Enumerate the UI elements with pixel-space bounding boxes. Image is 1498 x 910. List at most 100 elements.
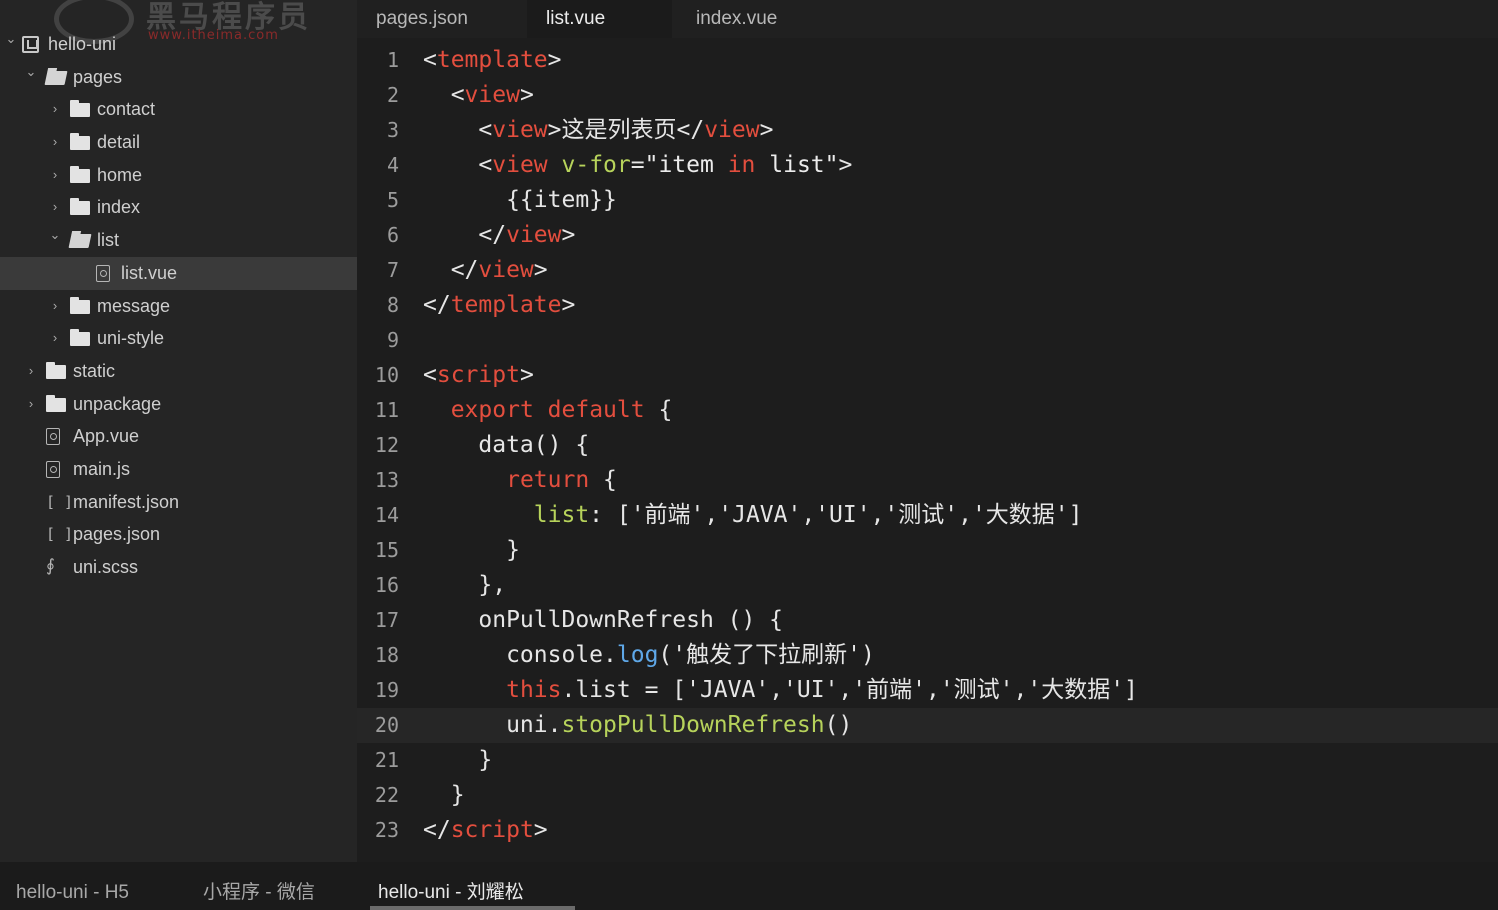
code-line[interactable]: 22 } — [357, 778, 1498, 813]
chevron-right-icon[interactable]: › — [48, 290, 62, 323]
code-line[interactable]: 2 <view> — [357, 78, 1498, 113]
code-token-punc — [423, 397, 451, 423]
code-editor[interactable]: 1 <template> 2 <view> 3 <view>这是列表页</view> 4… — [357, 38, 1498, 862]
tree-item-hello-uni[interactable]: ⌄ hello-uni — [0, 28, 357, 61]
code-text: } — [423, 743, 492, 778]
file-icon — [46, 460, 60, 478]
folder-icon — [46, 394, 66, 412]
tree-item-label: uni-style — [97, 328, 165, 349]
style-file-icon: ∮ — [46, 556, 55, 575]
tree-item-label: list.vue — [121, 262, 178, 283]
tree-item-message[interactable]: › message — [0, 290, 357, 323]
code-line[interactable]: 15 } — [357, 533, 1498, 568]
tree-item-list-vue[interactable]: list.vue — [0, 256, 357, 290]
line-number: 5 — [386, 188, 399, 212]
tree-item-static[interactable]: › static — [0, 355, 357, 388]
code-token-kw: default — [547, 397, 645, 423]
code-text: } — [423, 778, 465, 813]
chevron-right-icon[interactable]: › — [24, 388, 38, 421]
tree-item-label: pages — [73, 66, 123, 87]
tree-item-uni-scss[interactable]: ∮ uni.scss — [0, 551, 357, 584]
code-line[interactable]: 8 </template> — [357, 288, 1498, 323]
code-token-punc: < — [423, 362, 437, 388]
tree-item-contact[interactable]: › contact — [0, 93, 357, 126]
console-tab[interactable]: hello-uni - H5 — [16, 862, 176, 910]
code-line[interactable]: 23 </script> — [357, 813, 1498, 848]
chevron-right-icon[interactable]: › — [48, 126, 62, 159]
chevron-down-icon[interactable]: ⌄ — [4, 23, 18, 56]
code-text: </view> — [423, 218, 575, 253]
code-line[interactable]: 9 — [357, 323, 1498, 358]
tree-item-unpackage[interactable]: › unpackage — [0, 388, 357, 421]
tree-item-detail[interactable]: › detail — [0, 126, 357, 159]
tree-item-home[interactable]: › home — [0, 159, 357, 192]
code-line[interactable]: 13 return { — [357, 463, 1498, 498]
file-icon — [46, 428, 60, 446]
code-line[interactable]: 1 <template> — [357, 43, 1498, 78]
chevron-down-icon[interactable]: ⌄ — [48, 219, 62, 252]
code-text: data() { — [423, 428, 589, 463]
line-number: 3 — [386, 118, 399, 142]
code-token-tag: view — [704, 117, 760, 143]
code-token-punc: >这是列表页</ — [547, 117, 705, 143]
line-number: 23 — [374, 818, 399, 842]
code-line[interactable]: 5 {{item}} — [357, 183, 1498, 218]
folder-icon — [70, 133, 90, 151]
code-line[interactable]: 14 list: ['前端','JAVA','UI','测试','大数据'] — [357, 498, 1498, 533]
line-number: 22 — [374, 783, 399, 807]
tree-item-label: home — [97, 164, 143, 185]
code-token-punc: { — [644, 397, 673, 423]
code-line[interactable]: 18 console.log('触发了下拉刷新') — [357, 638, 1498, 673]
tree-item-label: manifest.json — [73, 491, 180, 512]
tree-item-list[interactable]: ⌄ list — [0, 224, 357, 257]
json-file-icon: [ ] — [46, 492, 74, 511]
line-number: 19 — [374, 678, 399, 702]
code-token-punc: > — [759, 117, 774, 143]
code-line[interactable]: 4 <view v-for="item in list"> — [357, 148, 1498, 183]
code-line[interactable]: 12 data() { — [357, 428, 1498, 463]
chevron-right-icon[interactable]: › — [24, 355, 38, 388]
tree-item-label: uni.scss — [73, 557, 139, 577]
tree-item-main-js[interactable]: main.js — [0, 453, 357, 486]
chevron-right-icon[interactable]: › — [48, 159, 62, 192]
tree-item-pages-json[interactable]: [ ] pages.json — [0, 518, 357, 551]
chevron-down-icon[interactable]: ⌄ — [24, 56, 38, 89]
code-line[interactable]: 11 export default { — [357, 393, 1498, 428]
code-line[interactable]: 19 this.list = ['JAVA','UI','前端','测试','大… — [357, 673, 1498, 708]
code-line[interactable]: 17 onPullDownRefresh () { — [357, 603, 1498, 638]
console-tab[interactable]: hello-uni - 刘耀松 — [370, 862, 575, 910]
code-line[interactable]: 6 </view> — [357, 218, 1498, 253]
code-line[interactable]: 10 <script> — [357, 358, 1498, 393]
code-text: <script> — [423, 358, 534, 393]
code-line[interactable]: 3 <view>这是列表页</view> — [357, 113, 1498, 148]
tree-item-app-vue[interactable]: App.vue — [0, 420, 357, 453]
code-token-punc — [423, 467, 506, 493]
code-token-punc: .list = ['JAVA','UI','前端','测试','大数据'] — [561, 677, 1138, 703]
code-text: <view> — [423, 78, 534, 113]
code-token-punc: </ — [423, 817, 451, 843]
line-number: 7 — [386, 258, 399, 282]
code-token-punc: { — [589, 467, 617, 493]
line-number: 14 — [374, 503, 399, 527]
code-token-punc: uni — [423, 712, 548, 738]
tab-list-vue[interactable]: list.vue — [527, 0, 672, 38]
code-line[interactable]: 7 </view> — [357, 253, 1498, 288]
tree-item-pages[interactable]: ⌄ pages — [0, 61, 357, 94]
tree-item-uni-style[interactable]: › uni-style — [0, 322, 357, 355]
tree-item-manifest-json[interactable]: [ ] manifest.json — [0, 486, 357, 519]
line-number: 8 — [386, 293, 399, 317]
code-line[interactable]: 20 uni.stopPullDownRefresh() — [357, 708, 1498, 743]
tree-item-label: main.js — [73, 458, 131, 479]
line-number: 6 — [386, 223, 399, 247]
line-number: 12 — [374, 433, 399, 457]
console-tab[interactable]: 小程序 - 微信 — [203, 862, 353, 910]
code-token-punc: } — [423, 782, 465, 808]
tab-index-vue[interactable]: index.vue — [677, 0, 827, 38]
tab-pages-json[interactable]: pages.json — [357, 0, 502, 38]
chevron-right-icon[interactable]: › — [48, 93, 62, 126]
code-line[interactable]: 16 }, — [357, 568, 1498, 603]
json-file-icon: [ ] — [46, 525, 74, 544]
code-line[interactable]: 21 } — [357, 743, 1498, 778]
chevron-right-icon[interactable]: › — [48, 322, 62, 355]
code-token-punc — [548, 152, 562, 178]
